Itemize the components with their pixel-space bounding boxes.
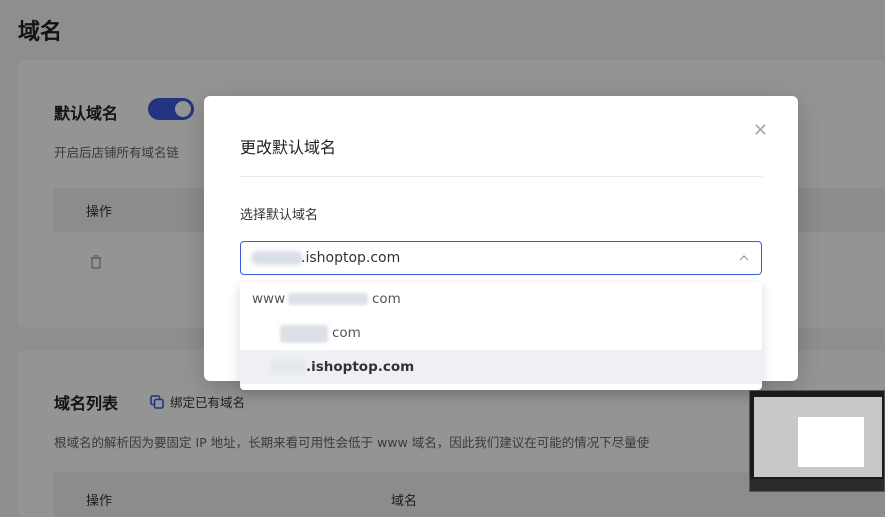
option-prefix: www <box>252 291 286 307</box>
domain-option-1[interactable]: www com <box>240 282 762 316</box>
modal-title: 更改默认域名 <box>240 138 337 157</box>
redacted-domain <box>280 325 328 343</box>
thumbnail-window <box>798 417 864 467</box>
option-suffix: com <box>372 291 401 307</box>
thumbnail-taskbar <box>750 479 884 491</box>
modal-divider <box>240 176 762 177</box>
redacted-subdomain <box>251 251 303 265</box>
redacted-domain <box>288 293 368 305</box>
default-domain-select[interactable]: .ishoptop.com <box>240 241 762 275</box>
domain-option-2[interactable]: com <box>240 316 762 350</box>
domain-option-3[interactable]: .ishoptop.com <box>240 350 762 384</box>
option-suffix: com <box>332 325 361 341</box>
thumbnail-screen <box>754 397 882 477</box>
selected-domain-value: .ishoptop.com <box>301 250 401 266</box>
option-suffix: .ishoptop.com <box>306 359 415 375</box>
domain-dropdown-menu: www com com .ishoptop.com <box>240 282 762 390</box>
redacted-domain <box>270 360 306 374</box>
close-icon[interactable]: ✕ <box>753 122 768 140</box>
screen-thumbnail <box>749 390 885 492</box>
chevron-up-icon <box>739 255 749 261</box>
select-default-domain-label: 选择默认域名 <box>240 208 319 223</box>
